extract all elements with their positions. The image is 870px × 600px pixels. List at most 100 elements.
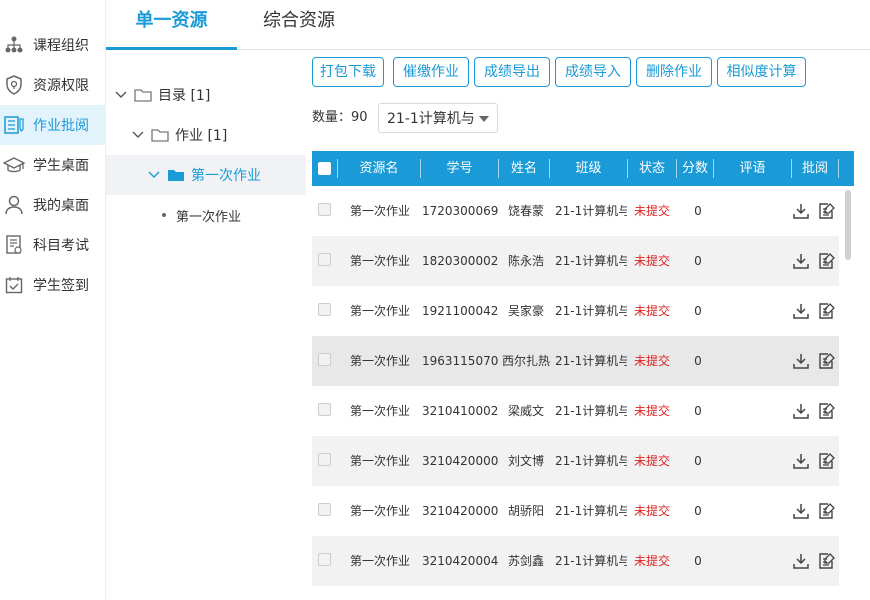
cell-name: 陈永浩 xyxy=(507,254,544,268)
column-header-score[interactable]: 分数 xyxy=(677,151,713,186)
folder-icon xyxy=(134,88,152,102)
download-icon[interactable] xyxy=(792,202,810,220)
table-row[interactable]: 第一次作业 3210410002 梁威文 21-1计算机与 未提交 0 xyxy=(312,386,839,436)
sidebar-item-course-org[interactable]: 课程组织 xyxy=(0,25,106,65)
row-checkbox[interactable] xyxy=(318,353,331,366)
cell-name: 苏剑鑫 xyxy=(507,554,544,568)
column-header-resource[interactable]: 资源名 xyxy=(338,151,420,186)
download-icon[interactable] xyxy=(792,302,810,320)
chevron-down-icon[interactable] xyxy=(114,88,128,102)
chevron-down-icon[interactable] xyxy=(131,128,145,142)
column-header-review[interactable]: 批阅 xyxy=(792,151,838,186)
row-checkbox[interactable] xyxy=(318,203,331,216)
table-row[interactable]: 第一次作业 3210420004 苏剑鑫 21-1计算机与 未提交 0 xyxy=(312,536,839,586)
cell-name: 胡骄阳 xyxy=(507,504,544,518)
cell-id: 1720300069 xyxy=(422,204,498,218)
cell-class: 21-1计算机与 xyxy=(555,404,627,418)
row-checkbox[interactable] xyxy=(318,253,331,266)
similarity-calc-button[interactable]: 相似度计算 xyxy=(717,57,806,87)
column-header-status[interactable]: 状态 xyxy=(628,151,676,186)
edit-review-icon[interactable] xyxy=(818,552,836,570)
cell-class: 21-1计算机与 xyxy=(555,304,627,318)
tab-combined-resource[interactable]: 综合资源 xyxy=(254,0,344,50)
edit-review-icon[interactable] xyxy=(818,202,836,220)
table-row[interactable]: 第一次作业 1820300002 陈永浩 21-1计算机与 未提交 0 xyxy=(312,236,839,286)
edit-review-icon[interactable] xyxy=(818,352,836,370)
edit-review-icon[interactable] xyxy=(818,302,836,320)
download-icon[interactable] xyxy=(792,452,810,470)
column-header-id[interactable]: 学号 xyxy=(421,151,498,186)
directory-tree: 目录 [1] 作业 [1] 第一次作业 第一次作业 xyxy=(106,50,306,600)
sidebar-item-homework-review[interactable]: 作业批阅 xyxy=(0,105,106,145)
sidebar-item-resource-permission[interactable]: 资源权限 xyxy=(0,65,106,105)
row-checkbox[interactable] xyxy=(318,553,331,566)
graduation-cap-icon xyxy=(3,154,25,176)
cell-name: 吴家豪 xyxy=(507,304,544,318)
sidebar-item-subject-exam[interactable]: 科目考试 xyxy=(0,225,106,265)
download-icon[interactable] xyxy=(792,252,810,270)
row-checkbox[interactable] xyxy=(318,303,331,316)
cell-name: 梁威文 xyxy=(507,404,544,418)
tree-node-homework[interactable]: 作业 [1] xyxy=(106,115,306,155)
remind-homework-button[interactable]: 催缴作业 xyxy=(393,57,469,87)
chevron-down-icon[interactable] xyxy=(147,168,161,182)
cell-score: 0 xyxy=(694,254,702,268)
sidebar-item-student-checkin[interactable]: 学生签到 xyxy=(0,265,106,305)
cell-resource: 第一次作业 xyxy=(349,304,410,318)
row-checkbox[interactable] xyxy=(318,453,331,466)
column-header-class[interactable]: 班级 xyxy=(550,151,627,186)
download-icon[interactable] xyxy=(792,402,810,420)
table-row[interactable]: 第一次作业 3210420000 胡骄阳 21-1计算机与 未提交 0 xyxy=(312,486,839,536)
table-row[interactable]: 第一次作业 1720300069 饶春蒙 21-1计算机与 未提交 0 xyxy=(312,186,839,236)
cell-status: 未提交 xyxy=(633,554,670,568)
edit-review-icon[interactable] xyxy=(818,252,836,270)
cell-class: 21-1计算机与 xyxy=(555,254,627,268)
class-select[interactable]: 21-1计算机与 xyxy=(378,103,498,133)
table-row[interactable]: 第一次作业 1921100042 吴家豪 21-1计算机与 未提交 0 xyxy=(312,286,839,336)
cell-name: 饶春蒙 xyxy=(507,204,544,218)
cell-class: 21-1计算机与 xyxy=(555,554,627,568)
delete-homework-button[interactable]: 删除作业 xyxy=(636,57,712,87)
cell-id: 3210420000 xyxy=(422,504,498,518)
tree-node-first-homework[interactable]: 第一次作业 xyxy=(106,155,306,195)
cell-class: 21-1计算机与 xyxy=(555,454,627,468)
sidebar-item-my-desktop[interactable]: 我的桌面 xyxy=(0,185,106,225)
tree-leaf-first-homework[interactable]: 第一次作业 xyxy=(106,195,306,235)
tree-node-root[interactable]: 目录 [1] xyxy=(106,75,306,115)
bullet-icon xyxy=(162,213,166,217)
sidebar-item-label: 科目考试 xyxy=(33,238,89,254)
column-header-comment[interactable]: 评语 xyxy=(714,151,791,186)
sidebar-item-label: 作业批阅 xyxy=(33,118,89,134)
import-grades-button[interactable]: 成绩导入 xyxy=(555,57,631,87)
download-icon[interactable] xyxy=(792,552,810,570)
table-scrollbar[interactable] xyxy=(845,190,851,260)
download-icon[interactable] xyxy=(792,502,810,520)
edit-review-icon[interactable] xyxy=(818,502,836,520)
tab-single-resource[interactable]: 单一资源 xyxy=(106,0,237,50)
export-grades-button[interactable]: 成绩导出 xyxy=(474,57,550,87)
org-chart-icon xyxy=(3,34,25,56)
tree-node-label: 作业 [1] xyxy=(175,128,228,144)
edit-review-icon[interactable] xyxy=(818,452,836,470)
cell-resource: 第一次作业 xyxy=(349,354,410,368)
sidebar-item-label: 课程组织 xyxy=(33,38,89,54)
cell-score: 0 xyxy=(694,504,702,518)
cell-score: 0 xyxy=(694,304,702,318)
download-icon[interactable] xyxy=(792,352,810,370)
edit-review-icon[interactable] xyxy=(818,402,836,420)
column-header-name[interactable]: 姓名 xyxy=(499,151,549,186)
cell-id: 1963115070 xyxy=(422,354,498,368)
table-row[interactable]: 第一次作业 3210420000 刘文博 21-1计算机与 未提交 0 xyxy=(312,436,839,486)
caret-down-icon xyxy=(479,116,489,122)
package-download-button[interactable]: 打包下载 xyxy=(312,57,384,87)
sidebar-item-label: 学生桌面 xyxy=(33,158,89,174)
cell-id: 1921100042 xyxy=(422,304,498,318)
cell-id: 3210420000 xyxy=(422,454,498,468)
row-checkbox[interactable] xyxy=(318,403,331,416)
cell-class: 21-1计算机与 xyxy=(555,504,627,518)
cell-resource: 第一次作业 xyxy=(349,504,410,518)
table-row[interactable]: 第一次作业 1963115070 西尔扎热 21-1计算机与 未提交 0 xyxy=(312,336,839,386)
row-checkbox[interactable] xyxy=(318,503,331,516)
select-all-checkbox[interactable] xyxy=(318,162,331,175)
sidebar-item-student-desktop[interactable]: 学生桌面 xyxy=(0,145,106,185)
